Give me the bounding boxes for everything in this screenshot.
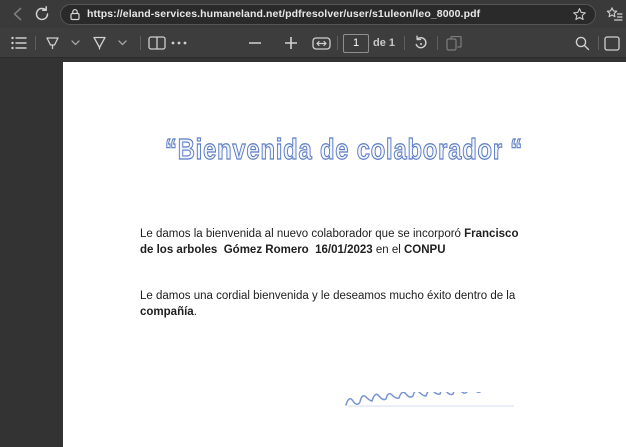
fit-width-button[interactable]	[310, 31, 332, 55]
highlight-button[interactable]	[41, 31, 63, 55]
draw-pen-icon	[91, 35, 108, 51]
save-button[interactable]	[604, 31, 626, 55]
plus-icon	[285, 37, 297, 49]
ellipsis-icon	[171, 41, 187, 45]
page-count-label: de 1	[373, 37, 396, 49]
partial-icon	[604, 35, 620, 51]
page-number-input[interactable]	[343, 33, 369, 53]
bookmark-star-button[interactable]	[572, 7, 587, 22]
browser-top-bar: https://eland-services.humaneland.net/pd…	[0, 0, 626, 28]
farewell-paragraph: Le damos una cordial bienvenida y le des…	[140, 290, 519, 318]
back-button[interactable]	[6, 2, 30, 26]
minus-icon	[249, 42, 261, 44]
rotate-icon	[413, 35, 429, 51]
favorites-list-icon	[606, 6, 623, 22]
highlight-dropdown-button[interactable]	[64, 31, 86, 55]
reload-button[interactable]	[30, 2, 54, 26]
signature-scribble	[345, 392, 514, 407]
two-page-view-button[interactable]	[146, 31, 168, 55]
search-icon	[574, 35, 590, 51]
pdf-page: “Bienvenida de colaborador “ Le damos la…	[63, 62, 626, 447]
chevron-down-icon	[70, 39, 80, 46]
draw-dropdown-button[interactable]	[111, 31, 133, 55]
two-page-view-icon	[148, 35, 166, 50]
star-icon	[572, 7, 587, 22]
document-title: “Bienvenida de colaborador “	[165, 134, 523, 166]
more-options-button[interactable]	[168, 31, 190, 55]
draw-button[interactable]	[88, 31, 110, 55]
search-button[interactable]	[571, 31, 593, 55]
toolbar-separator	[35, 35, 36, 50]
address-bar[interactable]: https://eland-services.humaneland.net/pd…	[60, 3, 596, 25]
zoom-out-button[interactable]	[244, 31, 266, 55]
toolbar-separator	[404, 36, 406, 50]
back-arrow-icon	[10, 6, 26, 22]
pdf-viewer-area: “Bienvenida de colaborador “ Le damos la…	[0, 58, 626, 447]
contents-button[interactable]	[8, 31, 30, 55]
rotate-button[interactable]	[410, 31, 432, 55]
extract-page-icon	[446, 35, 462, 51]
favorites-button[interactable]	[602, 2, 626, 26]
extract-pages-button[interactable]	[443, 31, 465, 55]
fit-width-icon	[311, 36, 331, 50]
document-title-wordart: “Bienvenida de colaborador “	[164, 133, 523, 166]
highlighter-icon	[44, 35, 61, 51]
browser-window: https://eland-services.humaneland.net/pd…	[0, 0, 626, 447]
toolbar-separator	[337, 36, 338, 50]
toolbar-separator	[437, 36, 439, 50]
toolbar-separator	[140, 35, 141, 50]
zoom-in-button[interactable]	[280, 31, 302, 55]
contents-icon	[11, 36, 27, 50]
reload-icon	[34, 6, 50, 22]
pdf-toolbar: de 1	[0, 28, 626, 58]
welcome-paragraph: Le damos la bienvenida al nuevo colabora…	[140, 228, 522, 256]
lock-icon	[69, 8, 81, 21]
chevron-down-icon	[117, 39, 127, 46]
toolbar-separator	[598, 36, 599, 50]
url-text: https://eland-services.humaneland.net/pd…	[87, 8, 481, 20]
